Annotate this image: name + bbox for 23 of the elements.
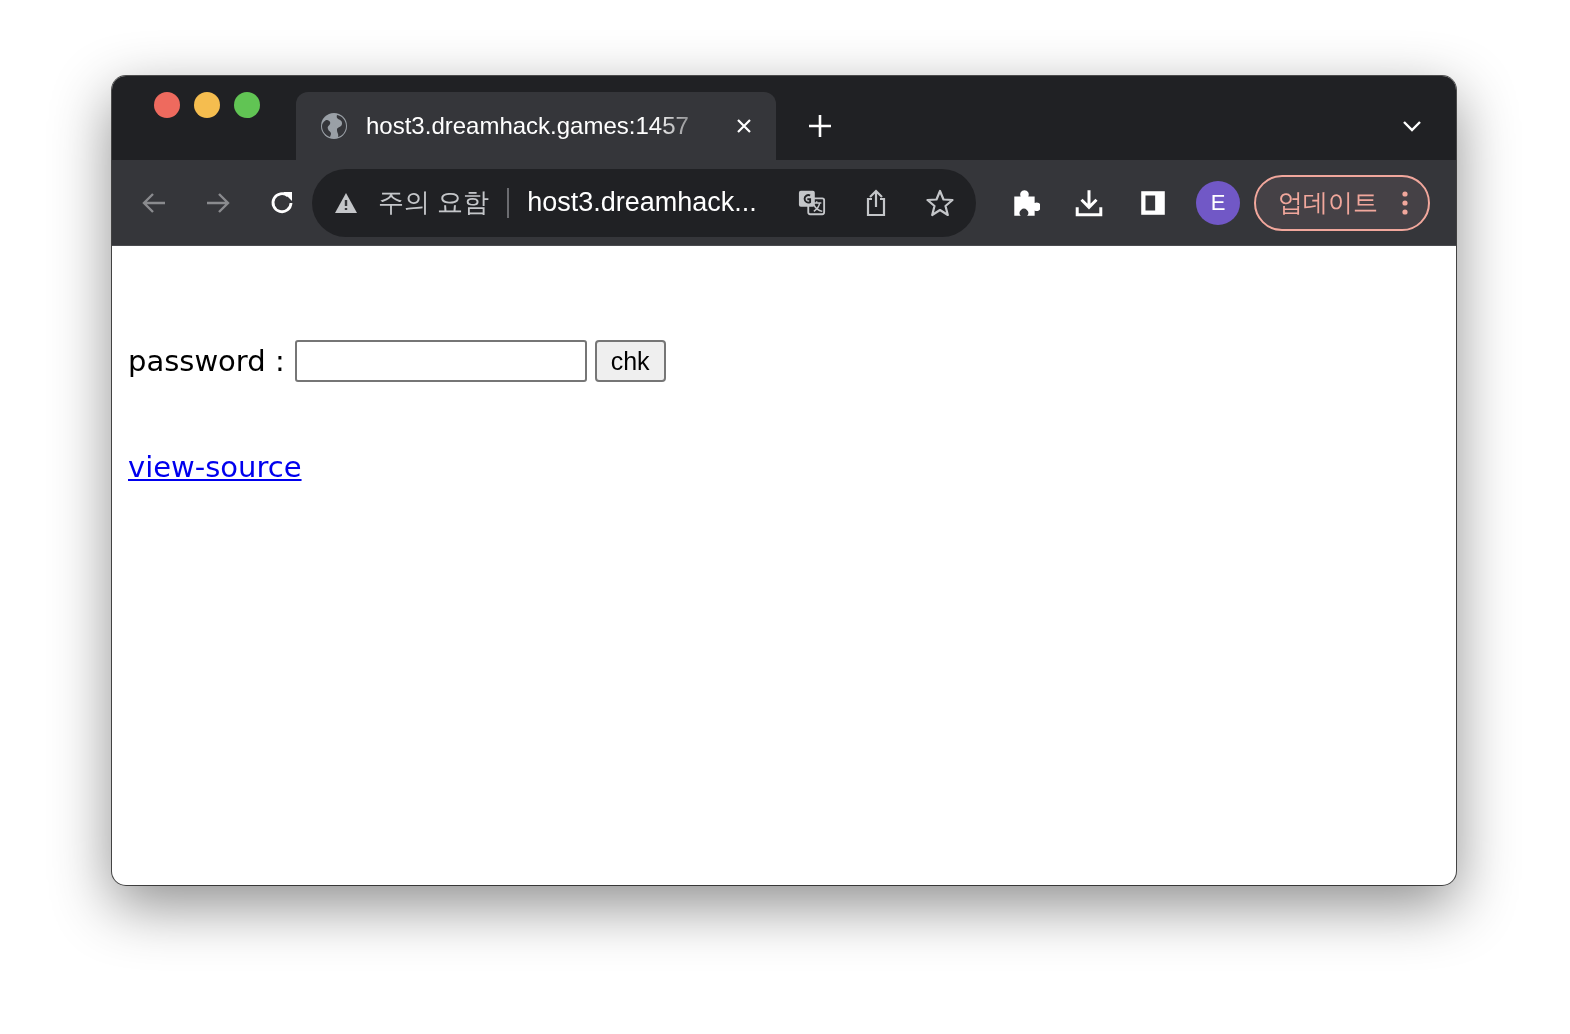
password-input[interactable] [294,340,587,382]
profile-avatar[interactable]: E [1196,180,1240,225]
url-text: host3.dreamhack... [527,187,758,218]
translate-icon[interactable] [798,188,826,217]
star-icon[interactable] [926,188,954,217]
security-label: 주의 요함 [378,186,490,219]
chevron-down-icon[interactable] [1402,120,1422,132]
address-bar[interactable]: 주의 요함 host3.dreamhack... [312,168,976,237]
update-button[interactable]: 업데이트 [1254,174,1430,231]
password-label: password : [128,344,285,378]
warning-icon [334,191,358,214]
zoom-window-icon[interactable] [234,92,260,118]
minimize-window-icon[interactable] [194,92,220,118]
close-window-icon[interactable] [154,92,180,118]
more-vertical-icon[interactable] [1402,190,1408,215]
download-icon[interactable] [1074,187,1104,218]
browser-tab[interactable]: host3.dreamhack.games:1457 [296,92,776,160]
globe-icon [320,112,348,140]
plus-icon[interactable] [808,114,832,138]
chk-button[interactable]: chk [594,340,666,382]
close-icon[interactable] [736,118,752,134]
tab-title: host3.dreamhack.games:1457 [366,112,690,140]
view-source-link[interactable]: view-source [128,450,302,484]
